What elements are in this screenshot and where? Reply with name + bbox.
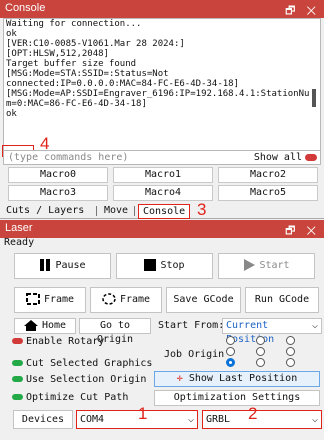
home-label: Home — [41, 320, 67, 331]
port-value: COM4 — [80, 414, 105, 425]
macro4-button[interactable]: Macro4 — [113, 185, 213, 201]
cut-selected-graphics-toggle[interactable]: Cut Selected Graphics — [12, 358, 152, 369]
controller-select[interactable]: GRBL ⌵ — [202, 410, 322, 429]
stop-icon — [144, 259, 157, 271]
job-origin-radio-br[interactable] — [286, 358, 295, 367]
job-origin-radio-bl[interactable] — [226, 358, 235, 367]
job-origin-radio-ml[interactable] — [226, 347, 235, 356]
tab-cuts-layers[interactable]: Cuts / Layers — [2, 204, 88, 219]
annotation-1: 1 — [138, 404, 148, 423]
macro0-button[interactable]: Macro0 — [8, 167, 108, 183]
laser-titlebar: Laser 🗗 ✕ — [0, 220, 324, 238]
tab-console[interactable]: Console — [138, 204, 191, 219]
job-origin-radio-tl[interactable] — [226, 336, 235, 345]
tab-separator — [134, 206, 135, 216]
chevron-down-icon: ⌵ — [311, 414, 318, 425]
show-last-position-button[interactable]: ✛ Show Last Position — [154, 371, 320, 387]
frame-circle-icon — [102, 293, 116, 305]
console-scrollbar[interactable] — [312, 89, 316, 107]
console-line: [OPT:HLSW,512,2048] — [6, 49, 109, 59]
laser-status: Ready — [4, 237, 35, 248]
job-origin-radio-mc[interactable] — [256, 347, 265, 356]
macro2-button[interactable]: Macro2 — [218, 167, 318, 183]
stop-button[interactable]: Stop — [116, 253, 213, 279]
show-all-toggle[interactable] — [305, 154, 317, 161]
use-selection-origin-toggle[interactable]: Use Selection Origin — [12, 374, 146, 385]
show-last-position-label: Show Last Position — [188, 373, 298, 384]
start-from-label: Start From: — [158, 320, 225, 331]
macro1-button[interactable]: Macro1 — [113, 167, 213, 183]
frame-button[interactable]: Frame — [14, 287, 86, 313]
optimize-cut-path-toggle[interactable]: Optimize Cut Path — [12, 392, 128, 403]
panel-tabs: Cuts / Layers Move Console — [0, 202, 324, 219]
toggle-on-icon — [12, 376, 23, 382]
port-select[interactable]: COM4 ⌵ — [76, 410, 198, 429]
console-line: [MSG:Mode=STA:SSID=:Status=Not — [6, 69, 169, 79]
save-gcode-button[interactable]: Save GCode — [166, 287, 241, 313]
console-line: [VER:C10-0085-V1061.Mar 28 2024:] — [6, 39, 185, 49]
console-line: ok — [6, 109, 17, 119]
start-from-select[interactable]: Current Position ⌵ — [222, 318, 322, 345]
controller-value: GRBL — [206, 414, 231, 425]
tab-separator — [96, 206, 97, 216]
annotation-3: 3 — [197, 200, 207, 219]
console-line: Target buffer size found — [6, 59, 137, 69]
start-button[interactable]: Start — [218, 253, 315, 279]
home-button[interactable]: Home — [14, 318, 76, 334]
macro5-button[interactable]: Macro5 — [218, 185, 318, 201]
play-icon — [244, 259, 256, 271]
frame-rect-icon — [25, 293, 40, 305]
start-label: Start — [259, 260, 290, 271]
optimize-cut-path-label: Optimize Cut Path — [26, 392, 129, 403]
job-origin-radio-mr[interactable] — [286, 347, 295, 356]
crosshair-icon: ✛ — [176, 373, 183, 384]
enable-rotary-toggle[interactable]: Enable Rotary — [12, 336, 104, 347]
console-title: Console — [5, 2, 46, 14]
optimization-settings-button[interactable]: Optimization Settings — [154, 390, 320, 406]
toggle-off-icon — [12, 338, 23, 344]
frame-circle-label: Frame — [119, 294, 151, 305]
chevron-down-icon: ⌵ — [187, 414, 194, 425]
console-line: [MSG:Mode=AP:SSDI=Engraver_6196:IP=192.1… — [6, 89, 310, 99]
laser-window-controls[interactable]: 🗗 ✕ — [285, 222, 320, 241]
cut-selected-label: Cut Selected Graphics — [26, 358, 153, 369]
pause-label: Pause — [55, 260, 86, 271]
stop-label: Stop — [160, 260, 185, 271]
console-output: Waiting for connection... ok [VER:C10-00… — [3, 18, 321, 153]
console-line: Waiting for connection... — [6, 19, 142, 29]
console-line: connected:IP=0.0.0.0:MAC=84-FC-E6-4D-34-… — [6, 79, 239, 89]
job-origin-radio-bc[interactable] — [256, 358, 265, 367]
command-placeholder: (type commands here) — [8, 152, 129, 163]
macro3-button[interactable]: Macro3 — [8, 185, 108, 201]
toggle-on-icon — [12, 360, 23, 366]
job-origin-label: Job Origin — [164, 349, 225, 360]
console-titlebar: Console 🗗 ✕ — [0, 0, 324, 18]
console-line: ok — [6, 29, 17, 39]
console-line: m=0:MAC=86-FC-E6-4D-34-18] — [6, 99, 147, 109]
job-origin-radio-tc[interactable] — [256, 336, 265, 345]
annotation-2: 2 — [248, 404, 258, 423]
run-gcode-button[interactable]: Run GCode — [245, 287, 319, 313]
tab-move[interactable]: Move — [100, 204, 132, 219]
command-input[interactable]: (type commands here) Show all — [3, 150, 321, 165]
show-all-label: Show all — [253, 152, 302, 163]
enable-rotary-label: Enable Rotary — [26, 336, 105, 347]
chevron-down-icon: ⌵ — [311, 320, 318, 331]
frame-label: Frame — [43, 294, 75, 305]
go-to-origin-button[interactable]: Go to Origin — [79, 318, 151, 345]
laser-title: Laser — [5, 222, 33, 234]
home-icon — [23, 319, 38, 331]
frame-circle-button[interactable]: Frame — [90, 287, 162, 313]
devices-button[interactable]: Devices — [13, 410, 73, 429]
job-origin-radio-tr[interactable] — [286, 336, 295, 345]
pause-icon — [40, 259, 51, 271]
pause-button[interactable]: Pause — [14, 253, 111, 279]
use-selection-origin-label: Use Selection Origin — [26, 374, 147, 385]
toggle-on-icon — [12, 394, 23, 400]
